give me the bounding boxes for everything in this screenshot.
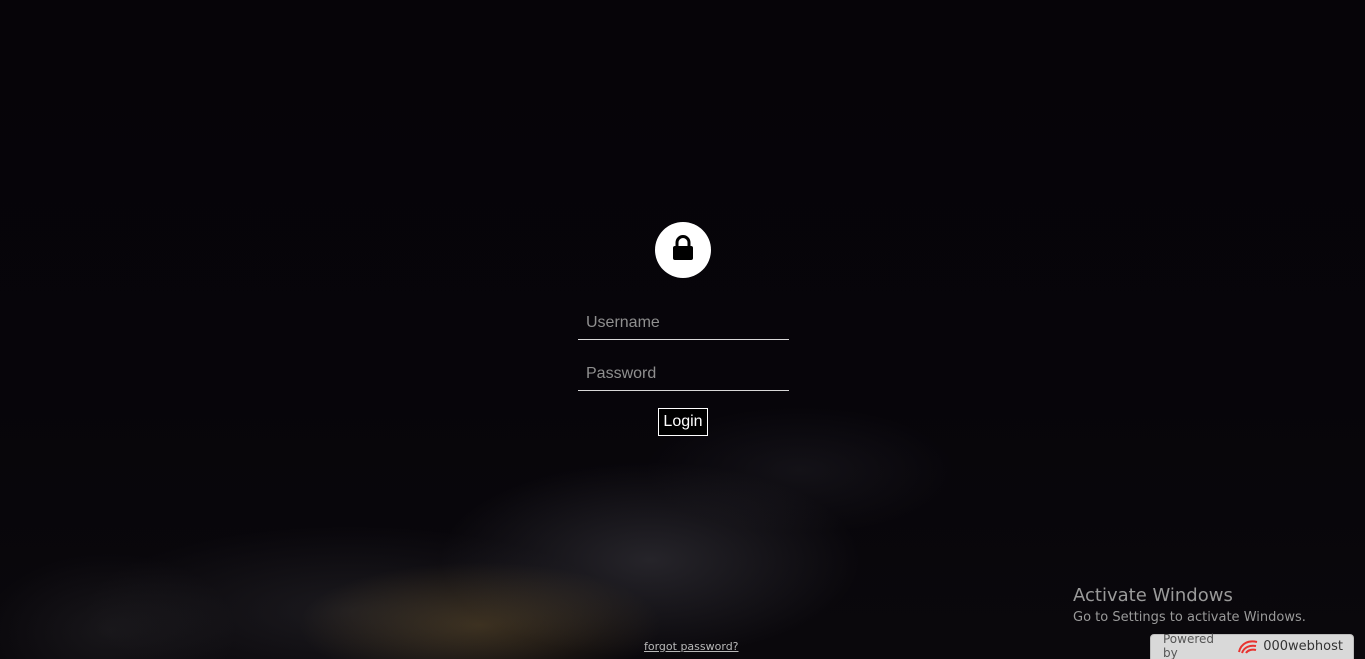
activate-windows-subtitle: Go to Settings to activate Windows. — [1073, 610, 1306, 625]
lock-icon — [672, 234, 694, 266]
activate-windows-title: Activate Windows — [1073, 585, 1233, 606]
000webhost-logo-icon — [1237, 637, 1259, 655]
forgot-password-link[interactable]: forgot password? — [644, 640, 739, 653]
brand-name: 000webhost — [1263, 638, 1343, 654]
username-input[interactable] — [578, 306, 789, 340]
lock-badge — [655, 222, 711, 278]
powered-by-label: Powered by — [1163, 632, 1215, 659]
login-page: Login forgot password? Activate Windows … — [0, 0, 1365, 659]
password-input[interactable] — [578, 357, 789, 391]
login-button[interactable]: Login — [658, 408, 708, 436]
powered-by-badge[interactable]: Powered by 000webhost — [1150, 632, 1354, 659]
activate-windows-watermark: Activate Windows Go to Settings to activ… — [1073, 585, 1306, 629]
